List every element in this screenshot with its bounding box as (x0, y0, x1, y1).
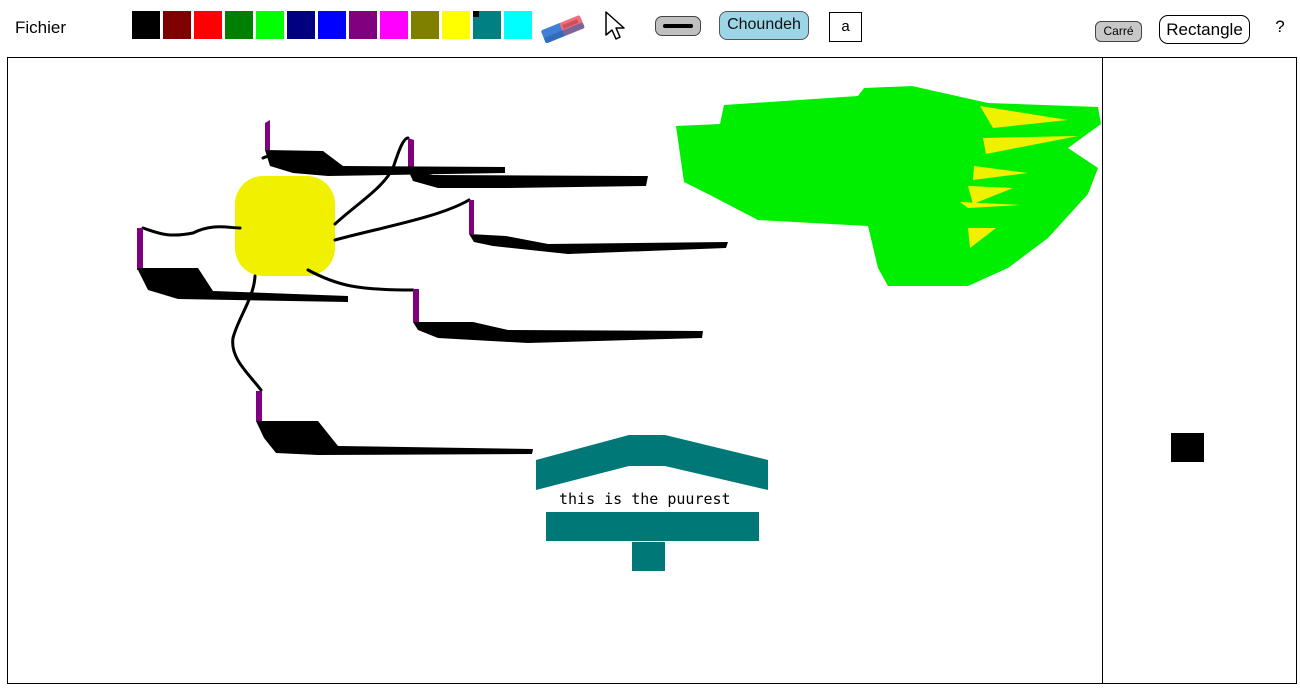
eraser-tool[interactable] (537, 10, 589, 44)
canvas-drawing (137, 86, 1101, 571)
canvas-text-label: this is the puurest (559, 490, 731, 508)
color-swatch[interactable] (255, 10, 285, 40)
color-swatch[interactable] (193, 10, 223, 40)
color-swatch[interactable] (441, 10, 471, 40)
color-swatch[interactable] (286, 10, 316, 40)
file-menu[interactable]: Fichier (15, 18, 66, 38)
text-tool-button[interactable]: a (829, 12, 862, 42)
pointer-tool[interactable] (603, 10, 627, 42)
choundeh-button[interactable]: Choundeh (719, 11, 809, 40)
line-icon (663, 24, 693, 28)
toolbar: Fichier Choundeh a Carré Rectangle ? (0, 0, 1300, 56)
color-swatch[interactable] (472, 10, 502, 40)
color-swatch[interactable] (162, 10, 192, 40)
preview-panel (1102, 57, 1297, 684)
color-swatch[interactable] (317, 10, 347, 40)
black-branches (137, 150, 728, 455)
color-swatch[interactable] (224, 10, 254, 40)
color-swatch[interactable] (379, 10, 409, 40)
color-swatch[interactable] (410, 10, 440, 40)
yellow-node (235, 176, 335, 276)
color-swatch[interactable] (503, 10, 533, 40)
drawing-canvas[interactable]: this is the puurest (7, 57, 1103, 684)
line-button[interactable] (655, 16, 701, 36)
rectangle-button[interactable]: Rectangle (1159, 15, 1250, 44)
help-button[interactable]: ? (1270, 17, 1290, 39)
eraser-icon (541, 15, 585, 43)
color-swatch[interactable] (348, 10, 378, 40)
selected-color-marker (473, 11, 479, 17)
carre-button[interactable]: Carré (1095, 21, 1142, 42)
color-swatch[interactable] (131, 10, 161, 40)
preview-color-swatch (1171, 433, 1204, 462)
arrow-pointer-icon (605, 11, 625, 40)
